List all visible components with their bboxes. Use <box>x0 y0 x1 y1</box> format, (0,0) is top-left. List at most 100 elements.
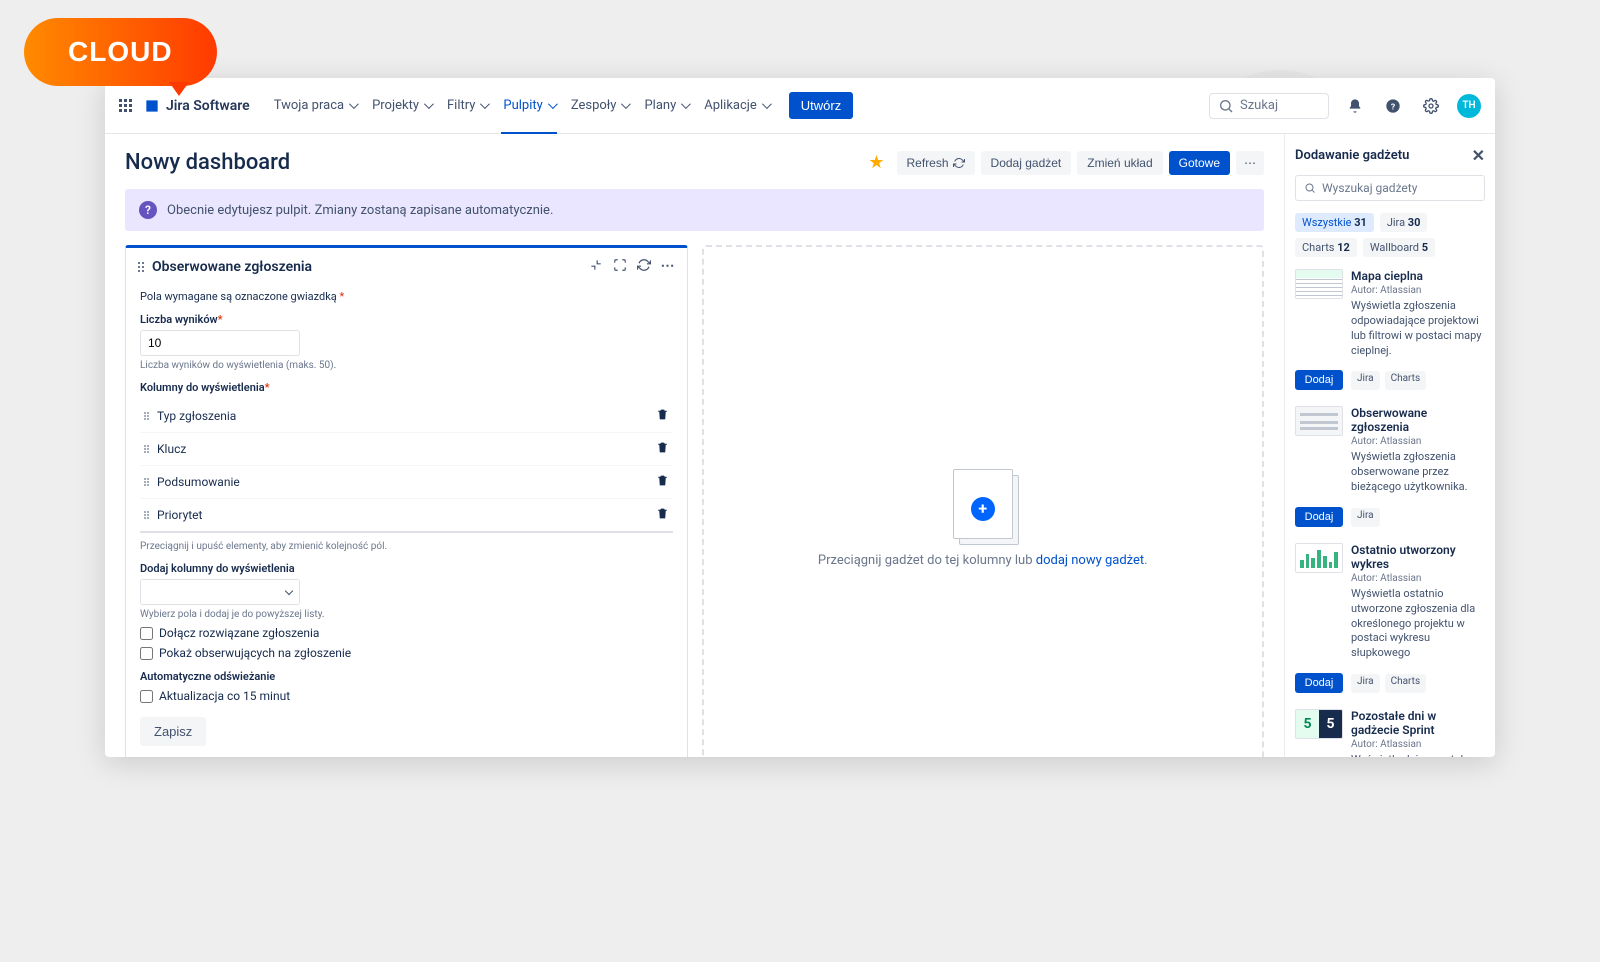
gadget-description: Wyświetla zgłoszenia odpowiadające proje… <box>1351 299 1485 358</box>
grip-icon[interactable] <box>144 445 149 453</box>
gadget-title: Obserwowane zgłoszenia <box>152 259 312 275</box>
empty-gadget-column[interactable]: + Przeciągnij gadżet do tej kolumny lub … <box>702 245 1265 757</box>
show-watchers-checkbox[interactable] <box>140 647 153 660</box>
add-gadget-button[interactable]: Dodaj gadżet <box>981 151 1072 175</box>
side-panel: Dodawanie gadżetu ✕ Wyszukaj gadżety Wsz… <box>1285 134 1495 757</box>
drop-illustration: + <box>953 469 1013 539</box>
gadget-category-tag: Jira <box>1351 674 1380 693</box>
filter-tag-charts[interactable]: Charts 12 <box>1295 238 1357 257</box>
refresh-icon <box>953 157 965 169</box>
add-gadget-button[interactable]: Dodaj <box>1295 507 1343 527</box>
create-button[interactable]: Utwórz <box>789 92 853 119</box>
search-icon <box>1304 182 1316 194</box>
user-avatar[interactable]: TH <box>1457 94 1481 118</box>
app-switcher-icon[interactable] <box>119 99 132 112</box>
nav-item-zespoły[interactable]: Zespoły <box>563 78 637 134</box>
dropzone-text-prefix: Przeciągnij gadżet do tej kolumny lub <box>818 553 1036 568</box>
nav-item-aplikacje[interactable]: Aplikacje <box>696 78 777 134</box>
more-actions-button[interactable]: ⋯ <box>1236 151 1264 175</box>
close-icon[interactable]: ✕ <box>1472 146 1485 165</box>
trash-icon[interactable] <box>656 474 669 490</box>
info-banner: ? Obecnie edytujesz pulpit. Zmiany zosta… <box>125 189 1264 231</box>
column-label: Typ zgłoszenia <box>157 409 236 423</box>
grip-icon[interactable] <box>144 511 149 519</box>
jira-logo-text: Jira Software <box>166 98 250 114</box>
gadget-name: Ostatnio utworzony wykres <box>1351 543 1485 571</box>
done-button[interactable]: Gotowe <box>1169 151 1230 175</box>
cloud-badge: CLOUD <box>24 18 217 86</box>
nav-item-twoja-praca[interactable]: Twoja praca <box>266 78 364 134</box>
search-icon <box>1218 98 1234 114</box>
refresh-gadget-icon[interactable] <box>637 258 651 276</box>
chevron-down-icon <box>422 98 431 113</box>
results-label: Liczba wyników* <box>140 313 673 326</box>
filter-tag-wszystkie[interactable]: Wszystkie 31 <box>1295 213 1374 232</box>
filter-tag-jira[interactable]: Jira 30 <box>1380 213 1428 232</box>
gadget-thumbnail: 55 <box>1295 709 1343 739</box>
drag-handle-icon[interactable] <box>138 262 144 272</box>
add-columns-select[interactable] <box>140 579 300 605</box>
gadget-thumbnail <box>1295 543 1343 573</box>
help-icon[interactable]: ? <box>1381 94 1405 118</box>
gadget-library-item: Ostatnio utworzony wykres Autor: Atlassia… <box>1295 543 1485 693</box>
gadget-name: Mapa cieplna <box>1351 269 1485 283</box>
include-resolved-checkbox[interactable] <box>140 627 153 640</box>
include-resolved-label: Dołącz rozwiązane zgłoszenia <box>159 626 319 640</box>
add-gadget-button[interactable]: Dodaj <box>1295 370 1343 390</box>
results-help: Liczba wyników do wyświetlenia (maks. 50… <box>140 360 673 371</box>
nav-item-filtry[interactable]: Filtry <box>439 78 495 134</box>
settings-icon[interactable] <box>1419 94 1443 118</box>
trash-icon[interactable] <box>656 408 669 424</box>
save-button[interactable]: Zapisz <box>140 717 206 746</box>
top-nav: Jira Software Twoja pracaProjektyFiltryP… <box>105 78 1495 134</box>
notifications-icon[interactable] <box>1343 94 1367 118</box>
refresh-button[interactable]: Refresh <box>897 151 975 175</box>
gadget-more-icon[interactable]: ⋯ <box>661 258 675 276</box>
add-gadget-button[interactable]: Dodaj <box>1295 673 1343 693</box>
update-15-checkbox[interactable] <box>140 690 153 703</box>
add-new-gadget-link[interactable]: dodaj nowy gadżet <box>1036 553 1144 568</box>
side-panel-title: Dodawanie gadżetu <box>1295 148 1409 163</box>
grip-icon[interactable] <box>144 478 149 486</box>
search-placeholder: Szukaj <box>1240 98 1278 113</box>
gadget-description: Wyświetla ostatnio utworzone zgłoszenia … <box>1351 587 1485 661</box>
nav-item-pulpity[interactable]: Pulpity <box>495 78 562 134</box>
gadget-description: Wyświetla zgłoszenia obserwowane przez b… <box>1351 450 1485 495</box>
global-search[interactable]: Szukaj <box>1209 93 1329 119</box>
results-input[interactable] <box>140 330 300 356</box>
gadget-category-tag: Jira <box>1351 371 1380 390</box>
maximize-icon[interactable] <box>613 258 627 276</box>
svg-text:?: ? <box>1391 102 1395 112</box>
minimize-icon[interactable] <box>589 258 603 276</box>
info-banner-text: Obecnie edytujesz pulpit. Zmiany zostaną… <box>167 203 553 218</box>
column-item: Priorytet <box>140 499 673 533</box>
add-columns-label: Dodaj kolumny do wyświetlenia <box>140 562 673 575</box>
gadget-category-tag: Jira <box>1351 508 1380 527</box>
page-title: Nowy dashboard <box>125 150 290 175</box>
show-watchers-label: Pokaż obserwujących na zgłoszenie <box>159 646 351 660</box>
gadget-author: Autor: Atlassian <box>1351 573 1485 584</box>
gadget-library-item: 55Pozostałe dni w gadżecie SprintAutor: … <box>1295 709 1485 757</box>
filter-tag-wallboard[interactable]: Wallboard 5 <box>1363 238 1435 257</box>
nav-item-projekty[interactable]: Projekty <box>364 78 439 134</box>
gadget-search[interactable]: Wyszukaj gadżety <box>1295 175 1485 201</box>
column-label: Podsumowanie <box>157 475 240 489</box>
trash-icon[interactable] <box>656 441 669 457</box>
info-icon: ? <box>139 201 157 219</box>
trash-icon[interactable] <box>656 507 669 523</box>
auto-refresh-label: Automatyczne odświeżanie <box>140 670 673 683</box>
jira-logo[interactable]: Jira Software <box>144 98 250 114</box>
gadget-library-item: Obserwowane zgłoszeniaAutor: AtlassianWy… <box>1295 406 1485 527</box>
gadget-thumbnail <box>1295 406 1343 436</box>
change-layout-button[interactable]: Zmień układ <box>1077 151 1162 175</box>
nav-item-plany[interactable]: Plany <box>636 78 696 134</box>
update-15-label: Aktualizacja co 15 minut <box>159 689 290 703</box>
column-label: Priorytet <box>157 508 202 522</box>
chevron-down-icon <box>619 98 628 113</box>
gadget-author: Autor: Atlassian <box>1351 285 1485 296</box>
grip-icon[interactable] <box>144 412 149 420</box>
chevron-down-icon <box>347 98 356 113</box>
column-item: Typ zgłoszenia <box>140 400 673 433</box>
app-window: Jira Software Twoja pracaProjektyFiltryP… <box>105 78 1495 757</box>
star-icon[interactable]: ★ <box>868 152 884 173</box>
